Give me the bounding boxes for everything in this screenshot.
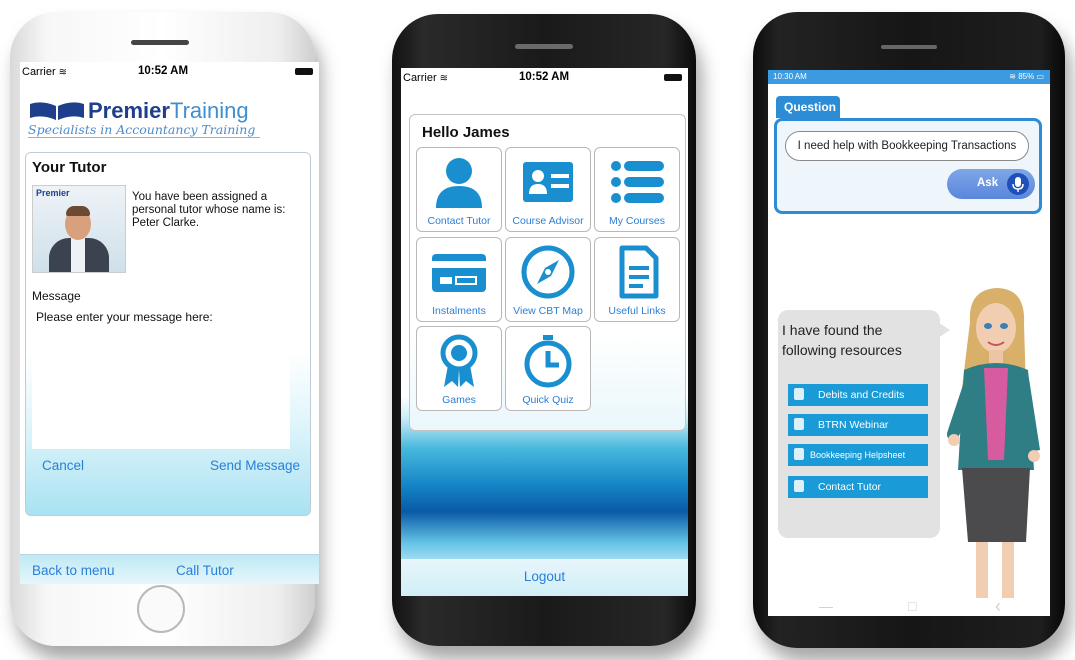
phone-assistant-screen: 10:30 AM ≋ 85% ▭ Question I need help wi… (753, 12, 1065, 648)
compass-icon (521, 245, 575, 299)
tile-useful-links[interactable]: Useful Links (594, 237, 680, 322)
resource-debits-and-credits[interactable]: Debits and Credits (788, 384, 928, 406)
battery-icon (664, 74, 682, 81)
carrier-label: Carrier (403, 72, 437, 84)
brand-divider (28, 137, 260, 138)
tile-my-courses[interactable]: My Courses (594, 147, 680, 232)
status-time: 10:52 AM (519, 71, 570, 83)
tutor-photo: Premier (32, 185, 126, 273)
award-ribbon-icon (440, 334, 478, 387)
recent-apps-icon[interactable]: — (819, 598, 833, 614)
wifi-icon: ≋ (439, 73, 449, 84)
carrier-label: Carrier (22, 66, 56, 78)
tile-course-advisor[interactable]: Course Advisor (505, 147, 591, 232)
stopwatch-icon (524, 335, 572, 388)
brand-name: PremierTraining (88, 98, 249, 123)
earpiece-speaker (515, 44, 573, 49)
android-status-bar: 10:30 AM ≋ 85% ▭ (768, 70, 1050, 84)
microphone-icon (1007, 173, 1029, 195)
battery-icon: ▭ (1034, 72, 1044, 81)
tile-games[interactable]: Games (416, 326, 502, 411)
resource-contact-tutor[interactable]: Contact Tutor (788, 476, 928, 498)
logout-bar: Logout (401, 559, 688, 596)
menu-screen: Carrier ≋ 10:52 AM Hello James Contact Tu… (401, 68, 688, 596)
tile-instalments[interactable]: Instalments (416, 237, 502, 322)
phone-icon (794, 480, 804, 492)
resource-btrn-webinar[interactable]: BTRN Webinar (788, 414, 928, 436)
credit-card-icon (432, 254, 486, 292)
phone-tutor-screen: Carrier ≋ 10:52 AM PremierTraining Specia… (10, 12, 319, 646)
video-icon (794, 388, 804, 400)
tutor-screen: Carrier ≋ 10:52 AM PremierTraining Specia… (20, 62, 319, 584)
ask-button[interactable]: Ask (947, 169, 1035, 199)
tile-quick-quiz[interactable]: Quick Quiz (505, 326, 591, 411)
brand-tagline: Specialists in Accountancy Training (28, 122, 256, 137)
question-tab[interactable]: Question (776, 96, 840, 118)
earpiece-speaker (881, 45, 937, 49)
question-box: I need help with Bookkeeping Transaction… (774, 118, 1042, 214)
document-icon (619, 245, 659, 299)
resource-bookkeeping-helpsheet[interactable]: Bookkeeping Helpsheet (788, 444, 928, 466)
cancel-button[interactable]: Cancel (42, 458, 84, 473)
status-bar: Carrier ≋ 10:52 AM (20, 62, 319, 82)
tutor-card: Your Tutor Premier You have been assigne… (25, 152, 311, 516)
wifi-icon: ≋ (1009, 72, 1019, 81)
status-time: 10:30 AM (773, 72, 807, 81)
call-tutor-button[interactable]: Call Tutor (176, 563, 234, 578)
assistant-avatar (947, 288, 1040, 598)
menu-panel: Hello James Contact Tutor Course Advisor (409, 114, 686, 431)
battery-percent: 85% (1018, 72, 1035, 81)
home-nav-icon[interactable]: □ (908, 598, 916, 614)
assistant-screen: 10:30 AM ≋ 85% ▭ Question I need help wi… (768, 70, 1050, 616)
logout-button[interactable]: Logout (401, 569, 688, 584)
tutor-description: You have been assigned a personal tutor … (132, 191, 286, 229)
greeting: Hello James (422, 124, 510, 141)
speech-bubble: I have found the following resources Deb… (778, 310, 950, 538)
message-input[interactable]: Please enter your message here: (32, 306, 290, 449)
ask-label: Ask (977, 177, 999, 189)
list-icon (611, 161, 664, 203)
status-time: 10:52 AM (138, 65, 189, 77)
found-resources-text: I have found the following resources (782, 322, 902, 358)
back-to-menu-button[interactable]: Back to menu (32, 563, 115, 578)
back-nav-icon[interactable]: ‹ (995, 596, 1001, 617)
send-message-button[interactable]: Send Message (210, 458, 300, 473)
webinar-icon (794, 418, 804, 430)
photo-logo: Premier (36, 188, 70, 198)
earpiece-speaker (131, 40, 189, 45)
card-title: Your Tutor (32, 159, 107, 176)
tile-contact-tutor[interactable]: Contact Tutor (416, 147, 502, 232)
tile-view-cbt-map[interactable]: View CBT Map (505, 237, 591, 322)
message-label: Message (32, 289, 81, 303)
question-input[interactable]: I need help with Bookkeeping Transaction… (785, 131, 1029, 161)
battery-icon (295, 68, 313, 75)
id-card-icon (523, 162, 573, 202)
premier-training-logo: PremierTraining Specialists in Accountan… (28, 96, 260, 138)
wifi-icon: ≋ (58, 67, 68, 78)
book-logo-icon (30, 102, 84, 120)
person-icon (436, 158, 482, 208)
bottom-toolbar: Back to menu Call Tutor (20, 554, 319, 584)
phone-menu-screen: Carrier ≋ 10:52 AM Hello James Contact Tu… (392, 14, 696, 646)
helpsheet-icon (794, 448, 804, 460)
home-button[interactable] (137, 585, 185, 633)
status-bar: Carrier ≋ 10:52 AM (401, 68, 688, 88)
